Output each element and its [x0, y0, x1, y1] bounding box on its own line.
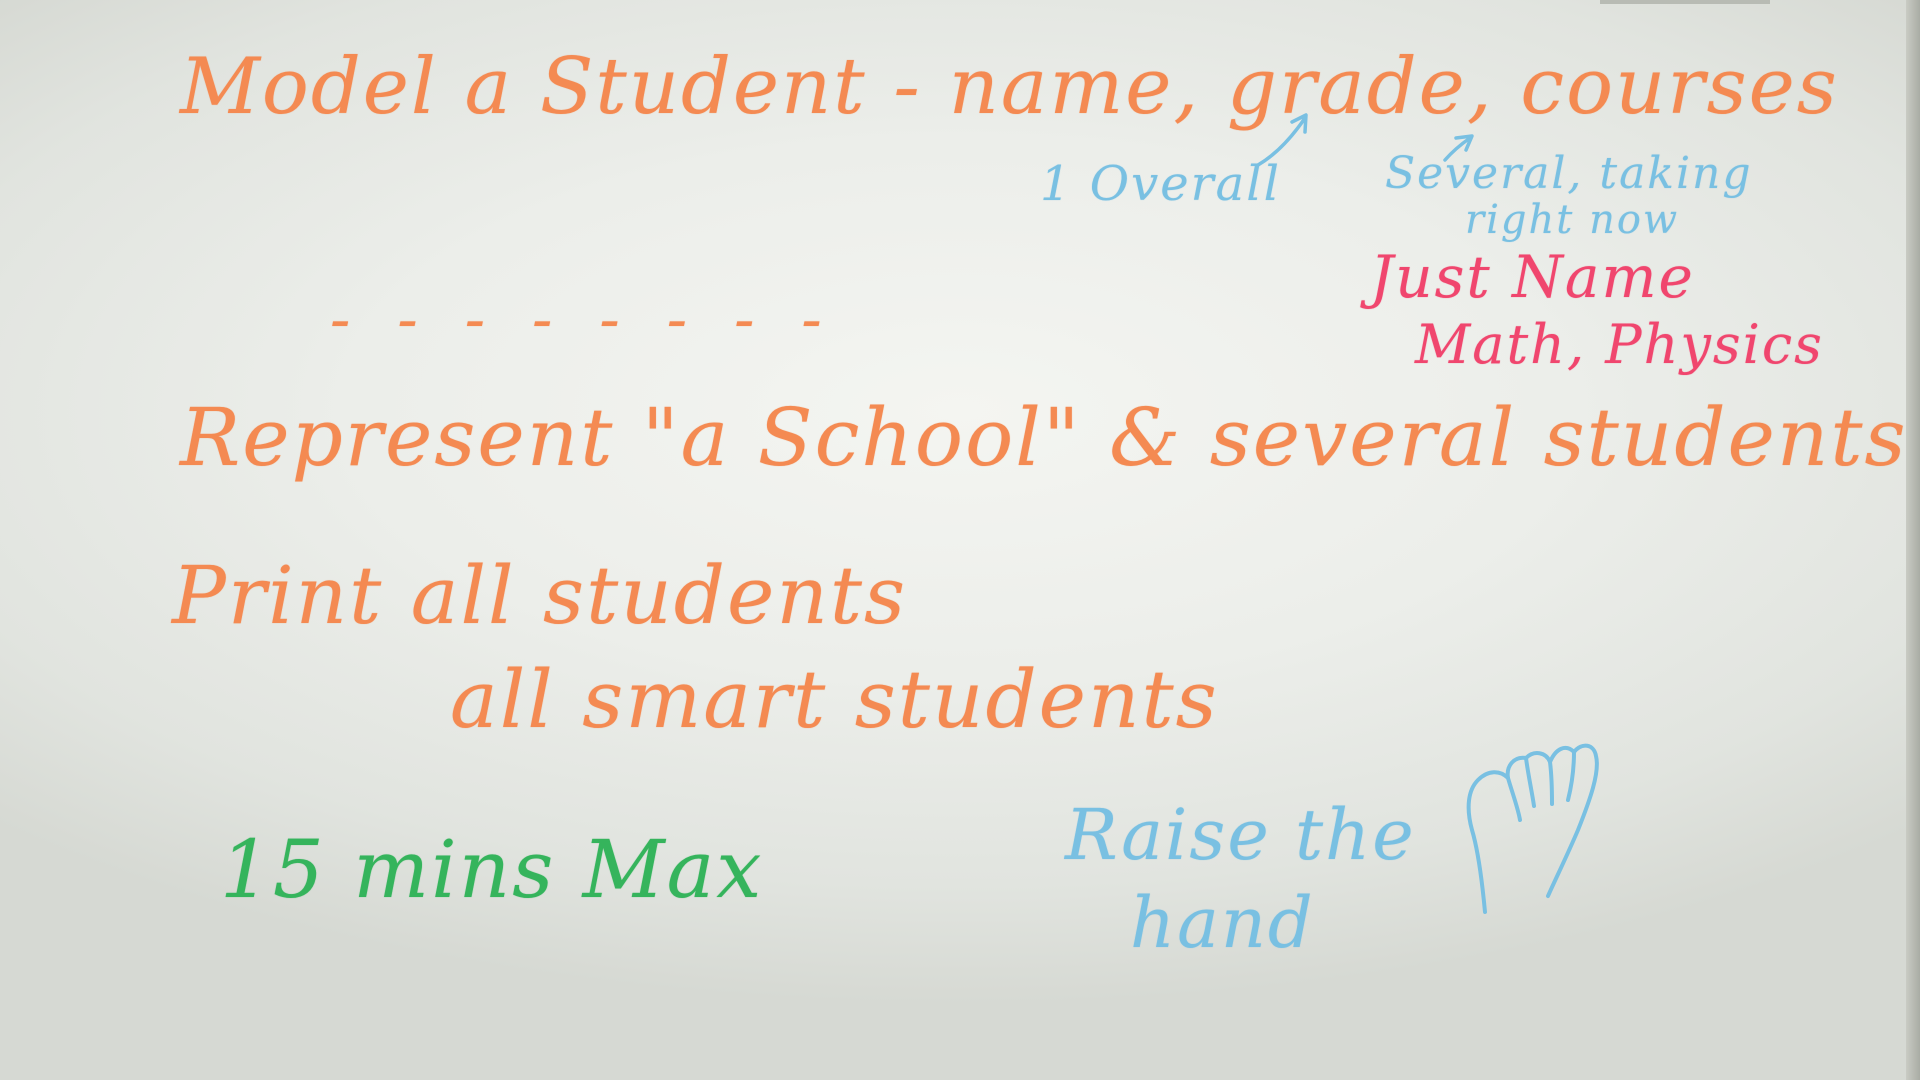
board-frame-top	[1600, 0, 1770, 4]
task-represent-school: Represent "a School" & several students	[180, 391, 1908, 484]
note-course-examples: Math, Physics	[1415, 313, 1824, 376]
raise-hand-line1: Raise the	[1065, 794, 1416, 876]
note-courses-line2: right now	[1465, 197, 1680, 243]
board-frame-right	[1906, 0, 1920, 1080]
task-print-all-students: Print all students	[172, 549, 908, 642]
raise-hand-line2: hand	[1130, 882, 1315, 964]
note-just-name: Just Name	[1370, 243, 1695, 311]
note-grade: 1 Overall	[1040, 156, 1281, 212]
note-courses-line1: Several, taking	[1385, 148, 1753, 199]
task-title-model-student: Model a Student - name, grade, courses	[180, 42, 1839, 132]
whiteboard: Model a Student - name, grade, courses 1…	[0, 0, 1920, 1080]
time-limit: 15 mins Max	[220, 823, 764, 916]
divider-dashes: - - - - - - - -	[330, 285, 836, 355]
task-print-smart-students: all smart students	[450, 653, 1219, 746]
